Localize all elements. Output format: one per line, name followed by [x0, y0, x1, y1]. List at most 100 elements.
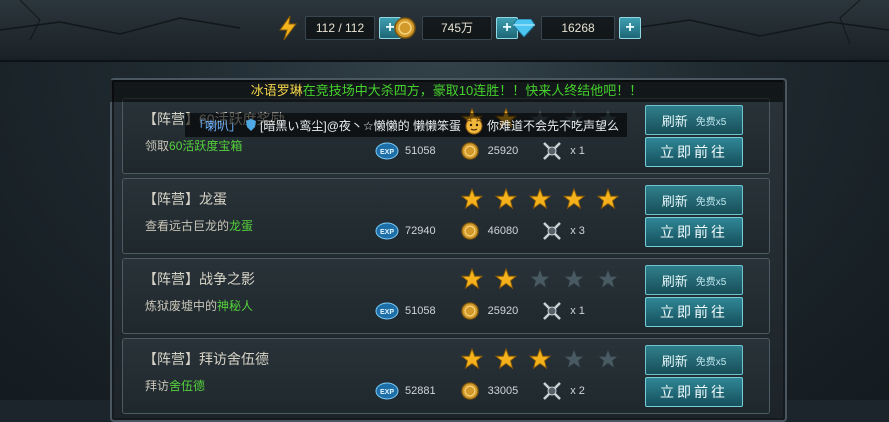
svg-text:EXP: EXP [380, 309, 394, 316]
crossed-swords-icon [540, 141, 564, 161]
exp-reward: EXP 51058 [375, 301, 436, 321]
item-reward: x 3 [540, 221, 585, 241]
svg-text:EXP: EXP [380, 229, 394, 236]
star-filled-icon [591, 187, 625, 211]
refresh-button[interactable]: 刷新 免费x5 [645, 265, 743, 295]
quest-desc: 领取60活跃度宝箱 [145, 139, 243, 153]
quest-desc: 拜访舍伍德 [145, 379, 206, 393]
chat-text-tail: 你难道不会先不吃声望么 [486, 118, 619, 133]
gold-coin-icon [458, 301, 482, 321]
star-empty-icon [557, 267, 591, 291]
coin-reward-value: 25920 [487, 145, 519, 157]
gold-coin-icon [394, 17, 416, 39]
item-reward: x 1 [540, 301, 585, 321]
crossed-swords-icon [540, 381, 564, 401]
difficulty-stars [455, 267, 625, 291]
gold-coin-icon [458, 221, 482, 241]
item-reward-value: x 3 [570, 225, 585, 237]
quest-target: 舍伍德 [169, 379, 206, 393]
svg-text:EXP: EXP [380, 149, 394, 156]
chat-text: @夜丶☆懒懒的 懒懒笨蛋 [326, 118, 461, 133]
item-reward-value: x 1 [570, 305, 585, 317]
quest-row: 【阵营】战争之影 炼狱废墟中的神秘人 EXP 51058 25920 x 1 刷新 免费… [122, 258, 770, 334]
rewards: EXP 72940 46080 x 3 [375, 221, 607, 241]
go-now-button[interactable]: 立即前往 [645, 137, 743, 167]
stamina-value: 112 / 112 [305, 16, 375, 40]
go-now-button[interactable]: 立即前往 [645, 377, 743, 407]
quest-target: 60活跃度宝箱 [169, 139, 243, 153]
broadcast-text: 在竞技场中大杀四方，豪取10连胜！！快来人终结他吧！！ [302, 83, 643, 98]
quest-target: 龙蛋 [229, 219, 254, 233]
star-filled-icon [455, 347, 489, 371]
star-filled-icon [489, 187, 523, 211]
coin-reward-value: 33005 [487, 385, 519, 397]
star-filled-icon [523, 347, 557, 371]
quest-desc: 炼狱废墟中的神秘人 [145, 299, 254, 313]
star-empty-icon [591, 347, 625, 371]
difficulty-stars [455, 347, 625, 371]
coin-reward: 25920 [458, 301, 518, 321]
rewards: EXP 52881 33005 x 2 [375, 381, 607, 401]
gem-value: 16268 [541, 16, 615, 40]
add-gem-button[interactable]: + [619, 17, 641, 39]
item-reward: x 1 [540, 141, 585, 161]
quest-desc: 查看远古巨龙的龙蛋 [145, 219, 254, 233]
quest-title: 【阵营】战争之影 [143, 271, 255, 287]
star-filled-icon [489, 267, 523, 291]
exp-reward: EXP 51058 [375, 141, 436, 161]
exp-reward-value: 51058 [405, 145, 436, 157]
quest-row: 【阵营】龙蛋 查看远古巨龙的龙蛋 EXP 72940 46080 x 3 刷新 免费x5… [122, 178, 770, 254]
coin-reward: 25920 [458, 141, 519, 161]
lightning-icon [277, 16, 299, 40]
star-empty-icon [523, 267, 557, 291]
item-reward: x 2 [540, 381, 585, 401]
star-filled-icon [455, 187, 489, 211]
system-broadcast: 冰语罗琳在竞技场中大杀四方，豪取10连胜！！快来人终结他吧！！ [110, 80, 783, 102]
quest-row: 【阵营】拜访舍伍德 拜访舍伍德 EXP 52881 33005 x 2 刷新 免费x5 … [122, 338, 770, 414]
exp-reward-value: 51058 [405, 305, 436, 317]
exp-icon: EXP [375, 221, 399, 241]
diamond-icon [513, 17, 535, 39]
star-filled-icon [489, 347, 523, 371]
stamina-resource: 112 / 112 + [277, 15, 401, 41]
difficulty-stars [455, 187, 625, 211]
refresh-button[interactable]: 刷新 免费x5 [645, 105, 743, 135]
tiger-emoji-icon [465, 117, 483, 135]
crossed-swords-icon [540, 301, 564, 321]
shield-icon [246, 119, 257, 131]
star-empty-icon [557, 347, 591, 371]
exp-icon: EXP [375, 301, 399, 321]
quest-target: 神秘人 [217, 299, 254, 313]
coin-reward: 33005 [458, 381, 519, 401]
exp-icon: EXP [375, 141, 399, 161]
item-reward-value: x 2 [570, 385, 585, 397]
gold-value: 745万 [422, 16, 492, 40]
coin-reward: 46080 [458, 221, 519, 241]
coin-reward-value: 46080 [487, 225, 519, 237]
star-filled-icon [557, 187, 591, 211]
svg-text:EXP: EXP [380, 389, 394, 396]
exp-reward-value: 72940 [405, 225, 436, 237]
gold-coin-icon [458, 141, 482, 161]
gold-resource: 745万 + [394, 15, 518, 41]
star-empty-icon [591, 267, 625, 291]
exp-reward-value: 52881 [405, 385, 436, 397]
refresh-button[interactable]: 刷新 免费x5 [645, 345, 743, 375]
exp-icon: EXP [375, 381, 399, 401]
refresh-button[interactable]: 刷新 免费x5 [645, 185, 743, 215]
quest-title: 【阵营】拜访舍伍德 [143, 351, 269, 367]
chat-message: 「喇叭」 [暗黑い鸾尘] @夜丶☆懒懒的 懒懒笨蛋 你难道不会先不吃声望么 [185, 113, 627, 137]
star-filled-icon [455, 267, 489, 291]
star-filled-icon [523, 187, 557, 211]
exp-reward: EXP 72940 [375, 221, 436, 241]
item-reward-value: x 1 [570, 145, 585, 157]
top-resource-bar: 112 / 112 + 745万 + 16268 + [0, 0, 889, 62]
go-now-button[interactable]: 立即前往 [645, 217, 743, 247]
rewards: EXP 51058 25920 x 1 [375, 301, 607, 321]
crossed-swords-icon [540, 221, 564, 241]
gem-resource: 16268 + [513, 15, 641, 41]
broadcast-player: 冰语罗琳 [250, 83, 303, 98]
exp-reward: EXP 52881 [375, 381, 436, 401]
chat-sender: [暗黑い鸾尘] [260, 118, 327, 133]
go-now-button[interactable]: 立即前往 [645, 297, 743, 327]
